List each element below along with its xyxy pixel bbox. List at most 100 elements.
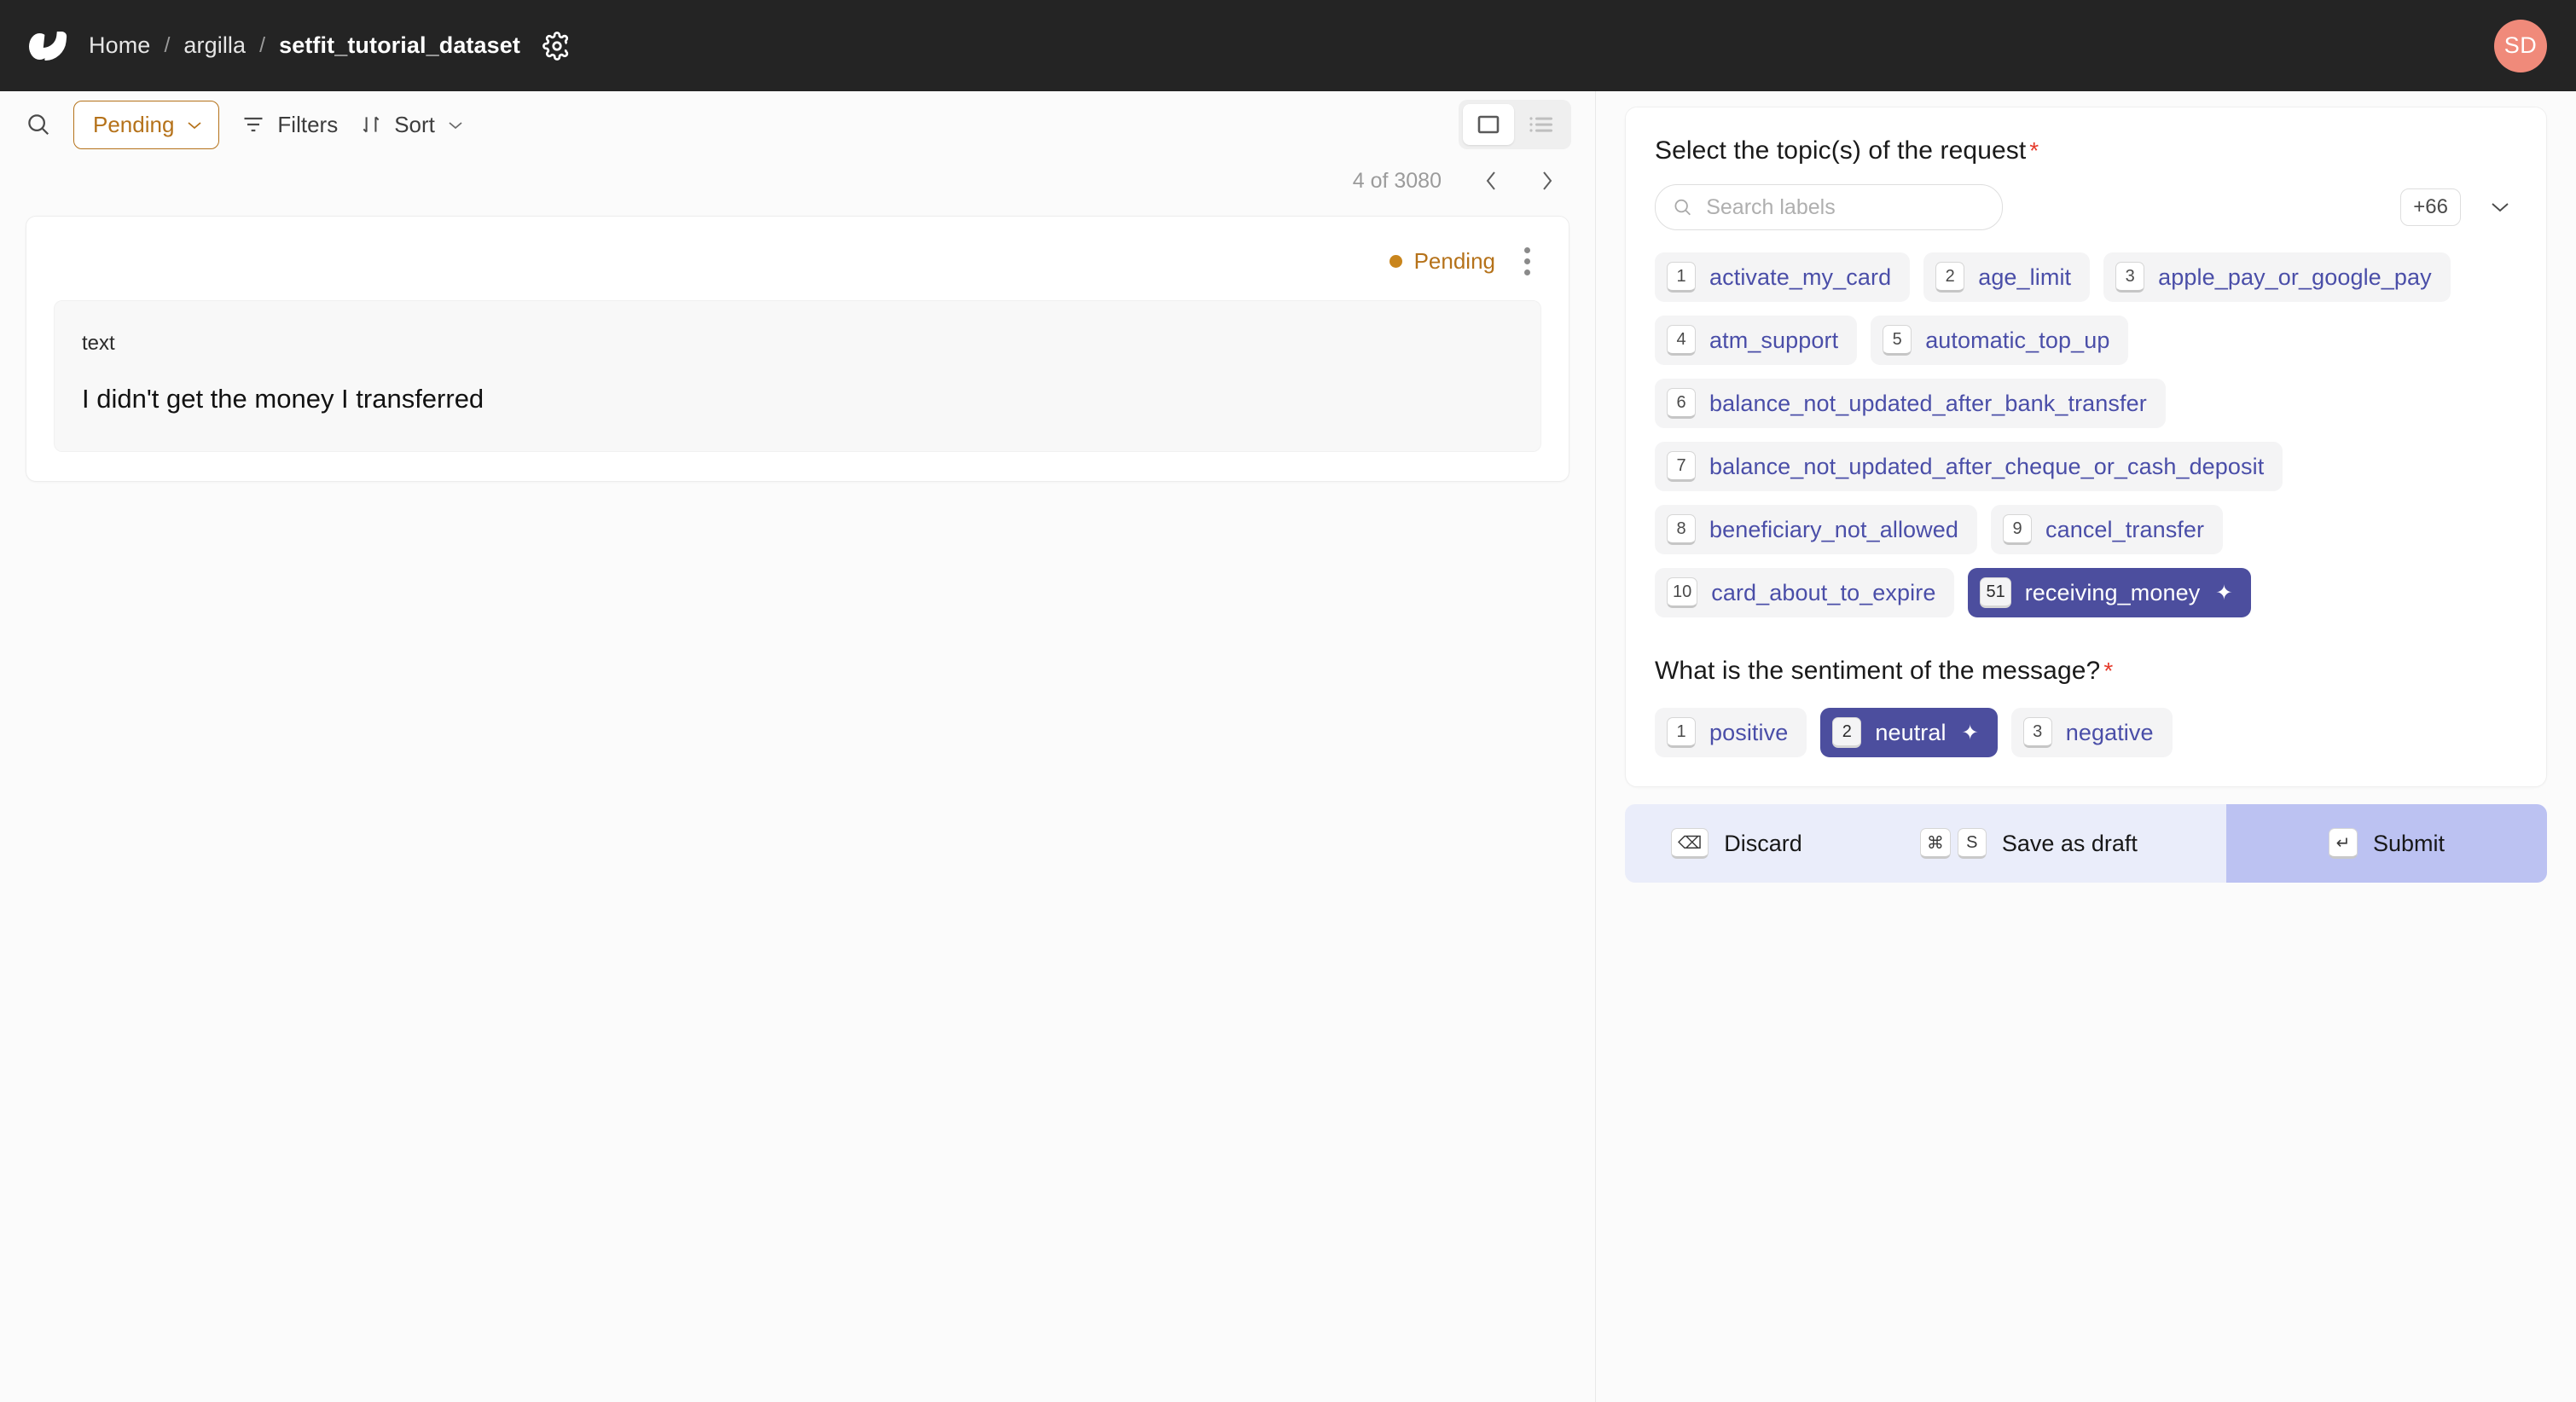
label-option[interactable]: 10 card_about_to_expire xyxy=(1655,568,1955,617)
label-option[interactable]: 7 balance_not_updated_after_cheque_or_cas… xyxy=(1655,442,2283,491)
status-label: Pending xyxy=(1413,247,1495,274)
records-pane: Pending Filters Sort 4 of 3080 Pending t… xyxy=(0,91,1596,1402)
expand-labels-button[interactable] xyxy=(2483,190,2517,224)
topic-label-options: 1 activate_my_card 2 age_limit 3 apple_pay_… xyxy=(1655,252,2517,617)
hidden-labels-count[interactable]: +66 xyxy=(2400,188,2461,226)
rectangle-icon xyxy=(1477,115,1500,134)
bulk-view-button[interactable] xyxy=(1516,104,1567,145)
chevron-right-icon xyxy=(1543,171,1552,190)
label-option-selected[interactable]: 2 neutral ✦ xyxy=(1820,708,1998,757)
shortcut-key: 3 xyxy=(2022,717,2052,748)
view-mode-toggle xyxy=(1459,100,1571,149)
status-badge: Pending xyxy=(1389,247,1495,275)
question-title-sentiment: What is the sentiment of the message? * xyxy=(1655,657,2114,685)
discard-label: Discard xyxy=(1724,830,1802,856)
record-field-text: text I didn't get the money I transferre… xyxy=(54,300,1541,452)
save-as-draft-label: Save as draft xyxy=(2001,830,2138,856)
question-title-topics: Select the topic(s) of the request * xyxy=(1655,136,2039,165)
top-navigation-bar: Home / argilla / setfit_tutorial_dataset… xyxy=(0,0,2576,91)
next-record-button[interactable] xyxy=(1530,164,1564,198)
record-list: Pending text I didn't get the money I tr… xyxy=(0,204,1595,482)
main-content: Pending Filters Sort 4 of 3080 Pending t… xyxy=(0,91,2576,1402)
record-card-header: Pending xyxy=(54,237,1541,285)
shortcut-key: 7 xyxy=(1667,451,1696,482)
shortcut-key: 2 xyxy=(1832,717,1862,748)
search-icon xyxy=(1674,199,1691,216)
kebab-menu-icon[interactable] xyxy=(1512,244,1541,278)
label-option[interactable]: 8 beneficiary_not_allowed xyxy=(1655,505,1977,554)
label-option[interactable]: 2 age_limit xyxy=(1923,252,2091,302)
filter-icon xyxy=(244,117,263,132)
label-option-selected[interactable]: 51 receiving_money ✦ xyxy=(1968,568,2252,617)
status-filter-dropdown[interactable]: Pending xyxy=(73,100,220,149)
gear-icon[interactable] xyxy=(542,31,571,61)
record-card: Pending text I didn't get the money I tr… xyxy=(26,216,1569,482)
field-value-text: I didn't get the money I transferred xyxy=(82,384,484,414)
shortcut-key: ↵ xyxy=(2328,828,2358,859)
sort-button[interactable]: Sort xyxy=(360,112,464,138)
annotation-pane: Select the topic(s) of the request* +66 … xyxy=(1596,91,2576,1402)
previous-record-button[interactable] xyxy=(1474,164,1508,198)
label-search-row: +66 xyxy=(1655,184,2517,230)
record-counter: 4 of 3080 xyxy=(1352,168,1442,193)
breadcrumb-separator: / xyxy=(259,33,266,57)
shortcut-key: 51 xyxy=(1980,577,2011,608)
shortcut-key: S xyxy=(1957,828,1987,859)
shortcut-key: 9 xyxy=(2003,514,2032,545)
save-as-draft-button[interactable]: ⌘ S Save as draft xyxy=(1879,804,2179,883)
search-icon[interactable] xyxy=(26,112,51,137)
shortcut-key: 6 xyxy=(1667,388,1696,419)
suggestion-sparkle-icon: ✦ xyxy=(2215,581,2233,605)
breadcrumb-item-dataset[interactable]: setfit_tutorial_dataset xyxy=(279,32,520,59)
sentiment-label-options: 1 positive 2 neutral ✦ 3 negative xyxy=(1655,708,2517,757)
label-option[interactable]: 6 balance_not_updated_after_bank_transfer xyxy=(1655,379,2166,428)
filters-label: Filters xyxy=(277,111,339,137)
discard-button[interactable]: ⌫ Discard xyxy=(1625,804,1843,883)
label-option[interactable]: 3 negative xyxy=(2010,708,2173,757)
record-pagination: 4 of 3080 xyxy=(0,158,1595,204)
avatar[interactable]: SD xyxy=(2494,19,2547,72)
shortcut-key: 5 xyxy=(1883,325,1912,356)
shortcut-key: 1 xyxy=(1667,717,1696,748)
shortcut-key: 10 xyxy=(1667,577,1698,608)
chevron-down-icon xyxy=(2492,203,2509,212)
label-option[interactable]: 3 apple_pay_or_google_pay xyxy=(2103,252,2451,302)
search-labels-input[interactable] xyxy=(1706,194,1985,220)
field-name-label: text xyxy=(82,332,115,355)
chevron-down-icon xyxy=(188,122,202,130)
breadcrumb-item-workspace[interactable]: argilla xyxy=(183,32,246,59)
filters-button[interactable]: Filters xyxy=(241,112,338,138)
avatar-initials: SD xyxy=(2503,32,2538,58)
chevron-down-icon xyxy=(449,122,462,130)
questions-form: Select the topic(s) of the request* +66 … xyxy=(1625,107,2547,787)
breadcrumb: Home / argilla / setfit_tutorial_dataset xyxy=(89,32,520,59)
breadcrumb-separator: / xyxy=(164,33,171,57)
sort-icon xyxy=(363,116,380,133)
argilla-logo[interactable] xyxy=(29,31,67,61)
shortcut-key: ⌘ xyxy=(1919,828,1951,859)
label-option[interactable]: 5 automatic_top_up xyxy=(1871,316,2129,365)
shortcut-key: 8 xyxy=(1667,514,1696,545)
list-icon xyxy=(1529,117,1552,132)
shortcut-key: 2 xyxy=(1935,262,1965,293)
status-dot-icon xyxy=(1389,254,1402,268)
label-option[interactable]: 4 atm_support xyxy=(1655,316,1858,365)
chevron-left-icon xyxy=(1486,171,1495,190)
required-asterisk: * xyxy=(2103,658,2114,684)
records-toolbar: Pending Filters Sort xyxy=(0,91,1595,158)
breadcrumb-item-home[interactable]: Home xyxy=(89,32,150,59)
shortcut-key: ⌫ xyxy=(1671,828,1709,859)
focus-view-button[interactable] xyxy=(1463,104,1514,145)
shortcut-key: 3 xyxy=(2115,262,2145,293)
label-option[interactable]: 1 activate_my_card xyxy=(1655,252,1911,302)
label-option[interactable]: 9 cancel_transfer xyxy=(1991,505,2224,554)
suggestion-sparkle-icon: ✦ xyxy=(1961,721,1979,744)
submit-button[interactable]: ↵ Submit xyxy=(2226,804,2547,883)
shortcut-key: 4 xyxy=(1667,325,1696,356)
sort-label: Sort xyxy=(394,111,435,137)
required-asterisk: * xyxy=(2029,137,2039,164)
submit-label: Submit xyxy=(2372,830,2445,856)
label-option[interactable]: 1 positive xyxy=(1655,708,1807,757)
search-labels-box[interactable] xyxy=(1655,184,2003,230)
status-filter-label: Pending xyxy=(93,111,175,137)
